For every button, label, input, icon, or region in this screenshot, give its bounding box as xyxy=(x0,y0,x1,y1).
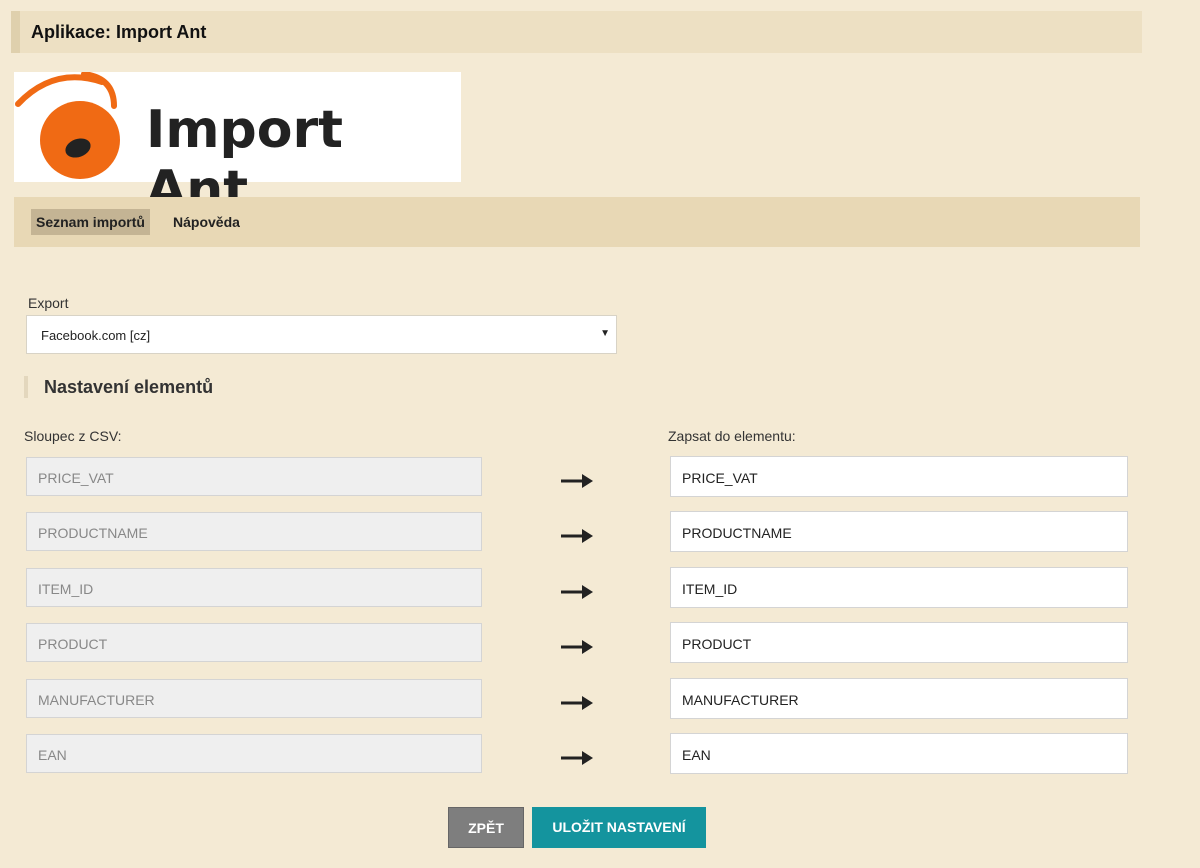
csv-column-label: Sloupec z CSV: xyxy=(24,428,122,444)
element-field-value: MANUFACTURER xyxy=(682,692,799,708)
export-select-value: Facebook.com [cz] xyxy=(41,328,151,343)
csv-field-value: PRODUCTNAME xyxy=(38,525,148,541)
csv-field[interactable]: MANUFACTURER xyxy=(26,679,482,718)
csv-field[interactable]: PRODUCTNAME xyxy=(26,512,482,551)
section-title: Nastavení elementů xyxy=(24,376,213,398)
element-field[interactable]: MANUFACTURER xyxy=(670,678,1128,719)
ant-logo-icon xyxy=(15,72,120,179)
element-field[interactable]: ITEM_ID xyxy=(670,567,1128,608)
csv-field-value: MANUFACTURER xyxy=(38,692,155,708)
csv-field-value: PRODUCT xyxy=(38,636,108,652)
arrow-right-icon xyxy=(561,696,593,710)
app-title: Aplikace: Import Ant xyxy=(31,22,207,42)
arrow-right-icon xyxy=(561,529,593,543)
csv-field-value: PRICE_VAT xyxy=(38,470,114,486)
save-settings-button[interactable]: ULOŽIT NASTAVENÍ xyxy=(532,807,706,848)
element-field-value: PRICE_VAT xyxy=(682,470,758,486)
element-field-value: PRODUCTNAME xyxy=(682,525,792,541)
csv-field[interactable]: PRODUCT xyxy=(26,623,482,662)
main-nav: Seznam importů Nápověda xyxy=(14,197,1140,247)
element-field-value: PRODUCT xyxy=(682,636,752,652)
app-logo: Import Ant xyxy=(14,72,461,220)
element-field-value: EAN xyxy=(682,747,711,763)
arrow-right-icon xyxy=(561,585,593,599)
csv-field[interactable]: EAN xyxy=(26,734,482,773)
nav-item-help[interactable]: Nápověda xyxy=(168,209,245,235)
element-field[interactable]: EAN xyxy=(670,733,1128,774)
csv-field-value: ITEM_ID xyxy=(38,581,94,597)
element-field[interactable]: PRODUCTNAME xyxy=(670,511,1128,552)
app-header: Aplikace: Import Ant xyxy=(11,11,1142,53)
csv-field[interactable]: PRICE_VAT xyxy=(26,457,482,496)
csv-field-value: EAN xyxy=(38,747,67,763)
arrow-right-icon xyxy=(561,474,593,488)
csv-field[interactable]: ITEM_ID xyxy=(26,568,482,607)
element-column-label: Zapsat do elementu: xyxy=(668,428,796,444)
nav-item-import-list[interactable]: Seznam importů xyxy=(31,209,150,235)
back-button[interactable]: ZPĚT xyxy=(448,807,524,848)
element-field[interactable]: PRICE_VAT xyxy=(670,456,1128,497)
element-field-value: ITEM_ID xyxy=(682,581,738,597)
caret-down-icon: ▼ xyxy=(600,328,610,339)
arrow-right-icon xyxy=(561,640,593,654)
element-field[interactable]: PRODUCT xyxy=(670,622,1128,663)
export-label: Export xyxy=(28,295,69,311)
export-select[interactable]: Facebook.com [cz] ▼ xyxy=(26,315,617,354)
arrow-right-icon xyxy=(561,751,593,765)
